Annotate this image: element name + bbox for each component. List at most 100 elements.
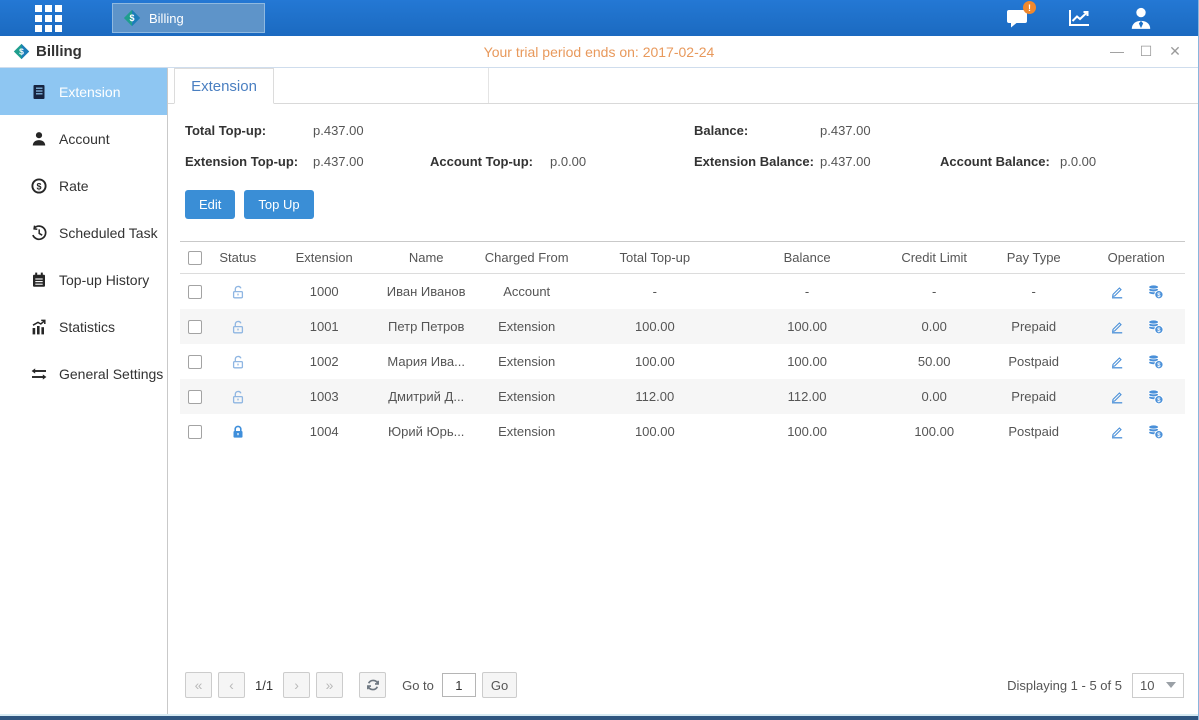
pagination-bar: « ‹ 1/1 › » Go to Go Displaying — [185, 672, 1184, 698]
row-checkbox[interactable] — [188, 425, 202, 439]
col-status: Status — [210, 242, 265, 274]
account-topup-label: Account Top-up: — [430, 154, 550, 169]
cell-credit-limit: 50.00 — [888, 344, 979, 379]
last-page-button[interactable]: » — [316, 672, 343, 698]
edit-row-icon[interactable] — [1109, 354, 1125, 370]
row-checkbox[interactable] — [188, 355, 202, 369]
row-checkbox[interactable] — [188, 320, 202, 334]
edit-row-icon[interactable] — [1109, 284, 1125, 300]
cell-total-topup: 112.00 — [584, 379, 726, 414]
apps-grid-icon[interactable] — [35, 5, 71, 31]
maximize-button[interactable]: ☐ — [1139, 43, 1153, 60]
cell-balance: 100.00 — [726, 309, 889, 344]
account-balance-label: Account Balance: — [940, 154, 1060, 169]
first-page-button[interactable]: « — [185, 672, 212, 698]
sidebar-item-account[interactable]: Account — [0, 115, 167, 162]
table-row: 1000Иван ИвановAccount----$ — [180, 274, 1185, 310]
col-extension: Extension — [265, 242, 383, 274]
refresh-button[interactable] — [359, 672, 386, 698]
cell-pay-type: - — [980, 274, 1088, 310]
refresh-icon — [366, 678, 380, 692]
col-total-topup: Total Top-up — [584, 242, 726, 274]
extension-book-icon — [30, 83, 48, 101]
table-row: 1001Петр ПетровExtension100.00100.000.00… — [180, 309, 1185, 344]
sidebar-item-statistics[interactable]: Statistics — [0, 303, 167, 350]
top-up-row-icon[interactable]: $ — [1147, 423, 1164, 440]
select-all-checkbox[interactable] — [188, 251, 202, 265]
page-size-value: 10 — [1140, 678, 1154, 693]
user-account-icon[interactable] — [1124, 5, 1158, 31]
col-name: Name — [383, 242, 469, 274]
notification-badge: ! — [1023, 1, 1036, 14]
window-bottom-frame — [0, 714, 1198, 720]
cell-name: Мария Ива... — [383, 344, 469, 379]
extension-balance-label: Extension Balance: — [694, 154, 820, 169]
reports-chart-icon[interactable] — [1062, 5, 1096, 31]
edit-row-icon[interactable] — [1109, 424, 1125, 440]
sidebar-item-label: Account — [59, 131, 110, 147]
minimize-button[interactable]: — — [1110, 43, 1124, 60]
close-button[interactable]: ✕ — [1168, 43, 1182, 60]
status-lock-icon — [230, 283, 246, 298]
edit-row-icon[interactable] — [1109, 319, 1125, 335]
top-up-row-icon[interactable]: $ — [1147, 318, 1164, 335]
cell-total-topup: 100.00 — [584, 414, 726, 449]
go-button[interactable]: Go — [482, 672, 517, 698]
cell-balance: - — [726, 274, 889, 310]
cell-balance: 100.00 — [726, 344, 889, 379]
sidebar-item-label: Statistics — [59, 319, 115, 335]
goto-page-input[interactable] — [442, 673, 476, 697]
top-up-row-icon[interactable]: $ — [1147, 388, 1164, 405]
next-page-button[interactable]: › — [283, 672, 310, 698]
cell-total-topup: 100.00 — [584, 344, 726, 379]
prev-page-button[interactable]: ‹ — [218, 672, 245, 698]
extension-topup-label: Extension Top-up: — [185, 154, 313, 169]
svg-text:$: $ — [36, 181, 41, 191]
col-operation: Operation — [1087, 242, 1185, 274]
taskbar-tab-billing[interactable]: $ Billing — [112, 3, 265, 33]
cell-charged-from: Extension — [469, 414, 584, 449]
history-clock-icon — [30, 224, 48, 242]
top-up-row-icon[interactable]: $ — [1147, 353, 1164, 370]
sidebar: Extension Account $ Rate — [0, 68, 168, 714]
total-topup-label: Total Top-up: — [185, 123, 313, 138]
extension-topup-value: p.437.00 — [313, 154, 430, 169]
total-topup-value: p.437.00 — [313, 123, 430, 138]
messages-icon[interactable]: ! — [1000, 5, 1034, 31]
cell-charged-from: Extension — [469, 379, 584, 414]
top-up-button[interactable]: Top Up — [244, 190, 313, 219]
person-icon — [30, 130, 48, 148]
col-credit-limit: Credit Limit — [888, 242, 979, 274]
sidebar-item-label: Extension — [59, 84, 120, 100]
settings-sliders-icon — [30, 365, 48, 383]
sidebar-item-topup-history[interactable]: Top-up History — [0, 256, 167, 303]
page-info: 1/1 — [255, 678, 273, 693]
cell-extension: 1003 — [265, 379, 383, 414]
cell-charged-from: Extension — [469, 309, 584, 344]
tab-strip: Extension — [168, 68, 1198, 104]
displaying-info: Displaying 1 - 5 of 5 — [1007, 678, 1122, 693]
cell-charged-from: Extension — [469, 344, 584, 379]
cell-credit-limit: - — [888, 274, 979, 310]
sidebar-item-rate[interactable]: $ Rate — [0, 162, 167, 209]
row-checkbox[interactable] — [188, 390, 202, 404]
edit-button[interactable]: Edit — [185, 190, 235, 219]
cell-extension: 1002 — [265, 344, 383, 379]
sidebar-item-scheduled-task[interactable]: Scheduled Task — [0, 209, 167, 256]
tab-extension[interactable]: Extension — [174, 68, 274, 104]
dropdown-arrow-icon — [1166, 682, 1176, 688]
cell-balance: 100.00 — [726, 414, 889, 449]
top-up-row-icon[interactable]: $ — [1147, 283, 1164, 300]
sidebar-item-general-settings[interactable]: General Settings — [0, 350, 167, 397]
cell-credit-limit: 0.00 — [888, 379, 979, 414]
row-checkbox[interactable] — [188, 285, 202, 299]
page-size-select[interactable]: 10 — [1132, 673, 1184, 698]
edit-row-icon[interactable] — [1109, 389, 1125, 405]
account-balance-value: p.0.00 — [1060, 154, 1184, 169]
sidebar-item-extension[interactable]: Extension — [0, 68, 167, 115]
cell-pay-type: Prepaid — [980, 379, 1088, 414]
col-charged-from: Charged From — [469, 242, 584, 274]
account-topup-value: p.0.00 — [550, 154, 694, 169]
cell-name: Петр Петров — [383, 309, 469, 344]
cell-pay-type: Postpaid — [980, 414, 1088, 449]
